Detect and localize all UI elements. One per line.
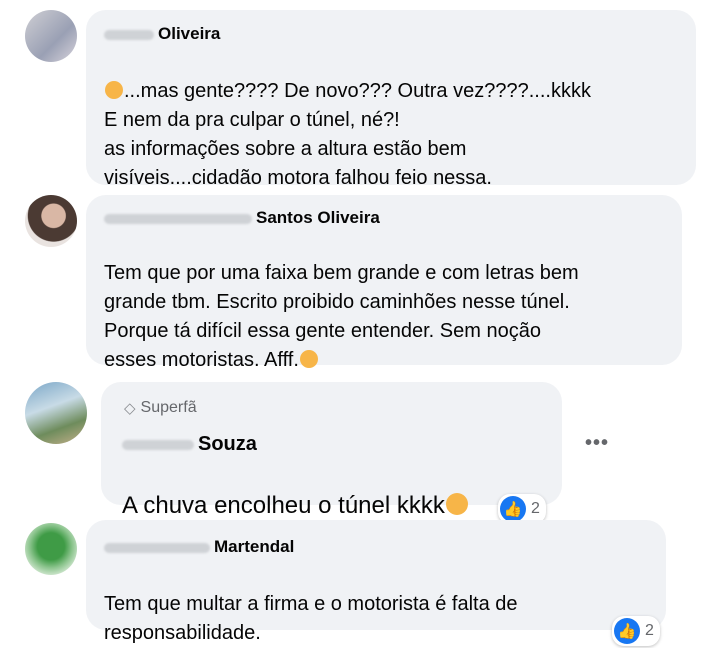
avatar[interactable] [25, 523, 77, 575]
facepalm-emoji-icon [105, 81, 123, 99]
diamond-icon: ◇ [124, 400, 136, 417]
comment-author[interactable]: Martendal [104, 537, 294, 557]
redacted-name [104, 29, 154, 40]
comment-text: Tem que multar a firma e o motorista é f… [104, 593, 518, 644]
comment-author[interactable]: Souza [122, 433, 257, 456]
comment-text: A chuva encolheu o túnel kkkk [122, 462, 469, 520]
avatar[interactable] [25, 195, 77, 247]
redacted-name [122, 439, 194, 450]
shrug-emoji-icon [445, 493, 468, 515]
more-options-button[interactable]: ••• [585, 432, 609, 455]
comment-text: Tem que por uma faixa bem grande e com l… [104, 262, 579, 371]
comment-author[interactable]: Oliveira [104, 24, 220, 44]
redacted-name [104, 542, 210, 553]
comment-author[interactable]: Santos Oliveira [104, 208, 380, 228]
reaction-count: 2 [645, 622, 654, 639]
like-reaction-icon: 👍 [500, 496, 526, 522]
avatar[interactable] [25, 382, 87, 444]
reaction-summary[interactable]: 👍 2 [612, 616, 660, 646]
comment-text: ...mas gente???? De novo??? Outra vez???… [104, 80, 591, 189]
redacted-name [104, 213, 252, 224]
superfan-badge[interactable]: ◇ Superfã [124, 399, 197, 417]
reaction-count: 2 [531, 500, 540, 517]
like-reaction-icon: 👍 [614, 618, 640, 644]
facepalm-emoji-icon [299, 350, 318, 368]
avatar[interactable] [25, 10, 77, 62]
